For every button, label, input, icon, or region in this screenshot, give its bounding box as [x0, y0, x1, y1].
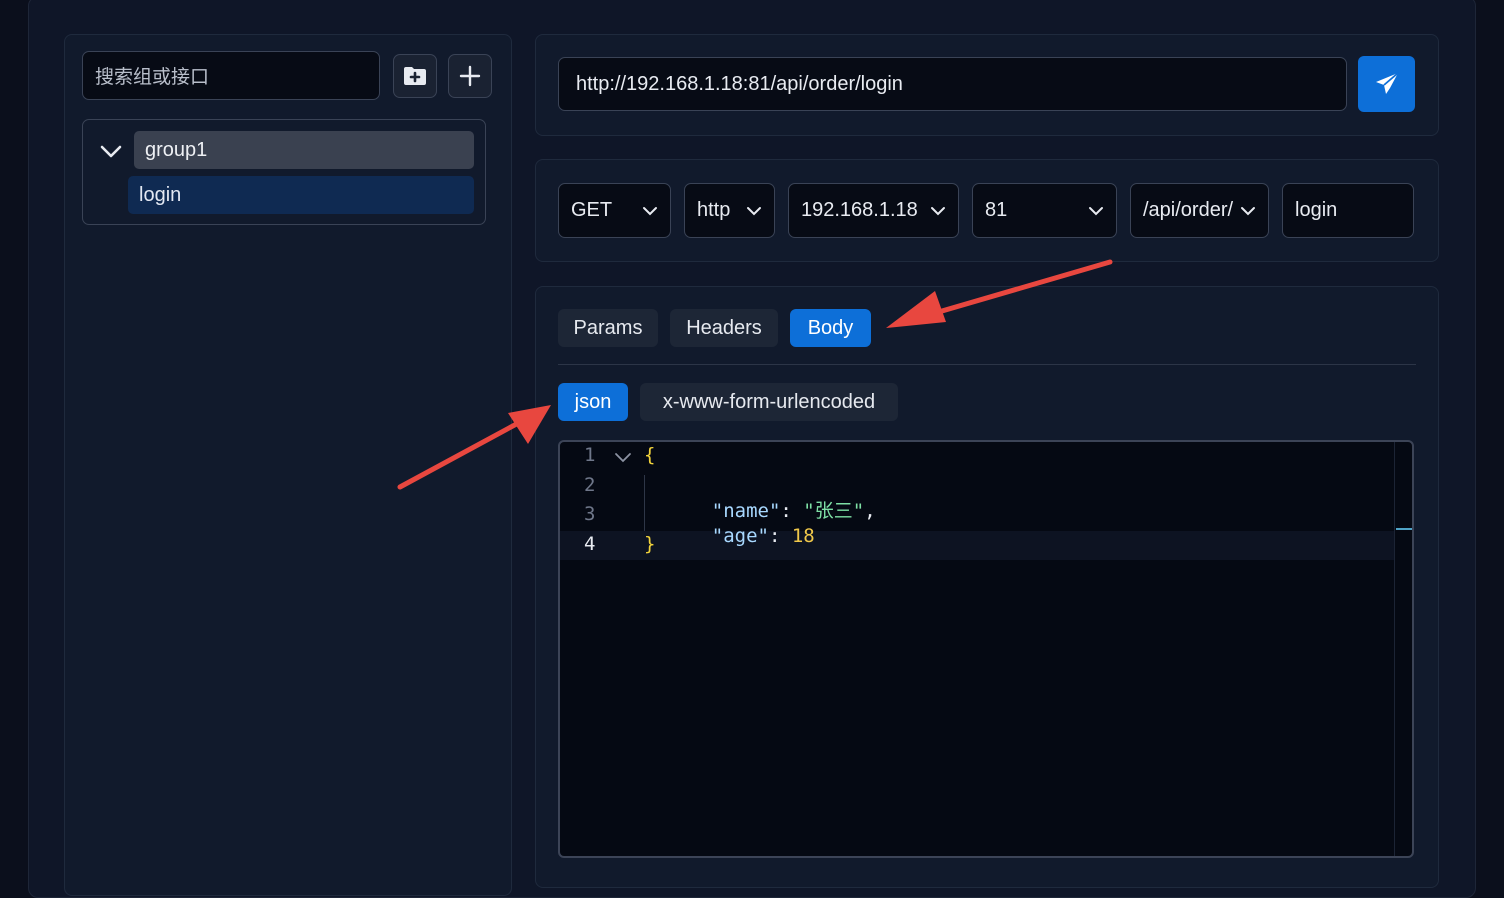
tab-label: Params	[573, 316, 643, 339]
search-placeholder: 搜索组或接口	[95, 67, 210, 88]
paper-plane-icon	[1375, 72, 1399, 94]
tab-headers[interactable]: Headers	[670, 309, 778, 347]
add-folder-button[interactable]	[393, 54, 437, 98]
json-line-3: "age": 18	[666, 503, 815, 569]
search-input[interactable]: 搜索组或接口	[82, 51, 380, 100]
host-value: 192.168.1.18	[801, 199, 918, 221]
endpoint-value: login	[1295, 199, 1338, 221]
json-key: "age"	[711, 525, 769, 547]
tree-group-item[interactable]: group1	[134, 131, 474, 169]
indent-guide	[644, 475, 645, 531]
scrollbar-track[interactable]	[1394, 442, 1412, 856]
tab-label: Body	[807, 316, 854, 339]
url-text: http://192.168.1.18:81/api/order/login	[576, 72, 903, 95]
protocol-select[interactable]: http	[684, 183, 775, 238]
plus-icon	[459, 65, 481, 87]
path-select[interactable]: /api/order/	[1130, 183, 1269, 238]
method-value: GET	[571, 199, 613, 221]
chevron-down-icon	[1241, 206, 1255, 215]
port-select[interactable]: 81	[972, 183, 1117, 238]
port-value: 81	[985, 199, 1008, 221]
chevron-down-icon	[747, 206, 761, 215]
line-number: 4	[584, 533, 596, 555]
scrollbar-marker	[1396, 528, 1412, 530]
fold-chevron-icon[interactable]	[614, 451, 632, 465]
body-type-urlencoded[interactable]: x-www-form-urlencoded	[640, 383, 898, 421]
endpoint-input[interactable]: login	[1282, 183, 1414, 238]
chevron-down-icon[interactable]	[99, 141, 123, 161]
chevron-down-icon	[931, 206, 945, 215]
line-number: 3	[584, 503, 596, 525]
send-button[interactable]	[1358, 56, 1415, 112]
body-type-label: json	[574, 390, 612, 413]
add-button[interactable]	[448, 54, 492, 98]
json-editor[interactable]: 1 2 3 4 { "name": "张三", "age": 18 }	[558, 440, 1414, 858]
tree-item-login[interactable]: login	[128, 176, 474, 214]
tree-item-label: login	[139, 183, 182, 206]
tab-body[interactable]: Body	[790, 309, 871, 347]
tabs-divider	[558, 364, 1416, 365]
json-brace-close: }	[644, 533, 656, 555]
body-type-label: x-www-form-urlencoded	[662, 390, 876, 413]
json-colon: :	[768, 525, 792, 547]
tab-label: Headers	[686, 316, 762, 339]
chevron-down-icon	[1089, 206, 1103, 215]
method-select[interactable]: GET	[558, 183, 671, 238]
tab-params[interactable]: Params	[558, 309, 658, 347]
json-number: 18	[791, 525, 815, 547]
url-input[interactable]: http://192.168.1.18:81/api/order/login	[558, 57, 1347, 111]
folder-plus-icon	[404, 67, 426, 85]
host-select[interactable]: 192.168.1.18	[788, 183, 959, 238]
json-brace-open: {	[644, 444, 656, 466]
chevron-down-icon	[643, 206, 657, 215]
json-comma: ,	[864, 500, 876, 522]
tree-group-label: group1	[145, 138, 208, 161]
protocol-value: http	[697, 199, 731, 221]
path-value: /api/order/	[1143, 199, 1234, 221]
body-type-json[interactable]: json	[558, 383, 628, 421]
line-number: 2	[584, 474, 596, 496]
line-number: 1	[584, 444, 596, 466]
